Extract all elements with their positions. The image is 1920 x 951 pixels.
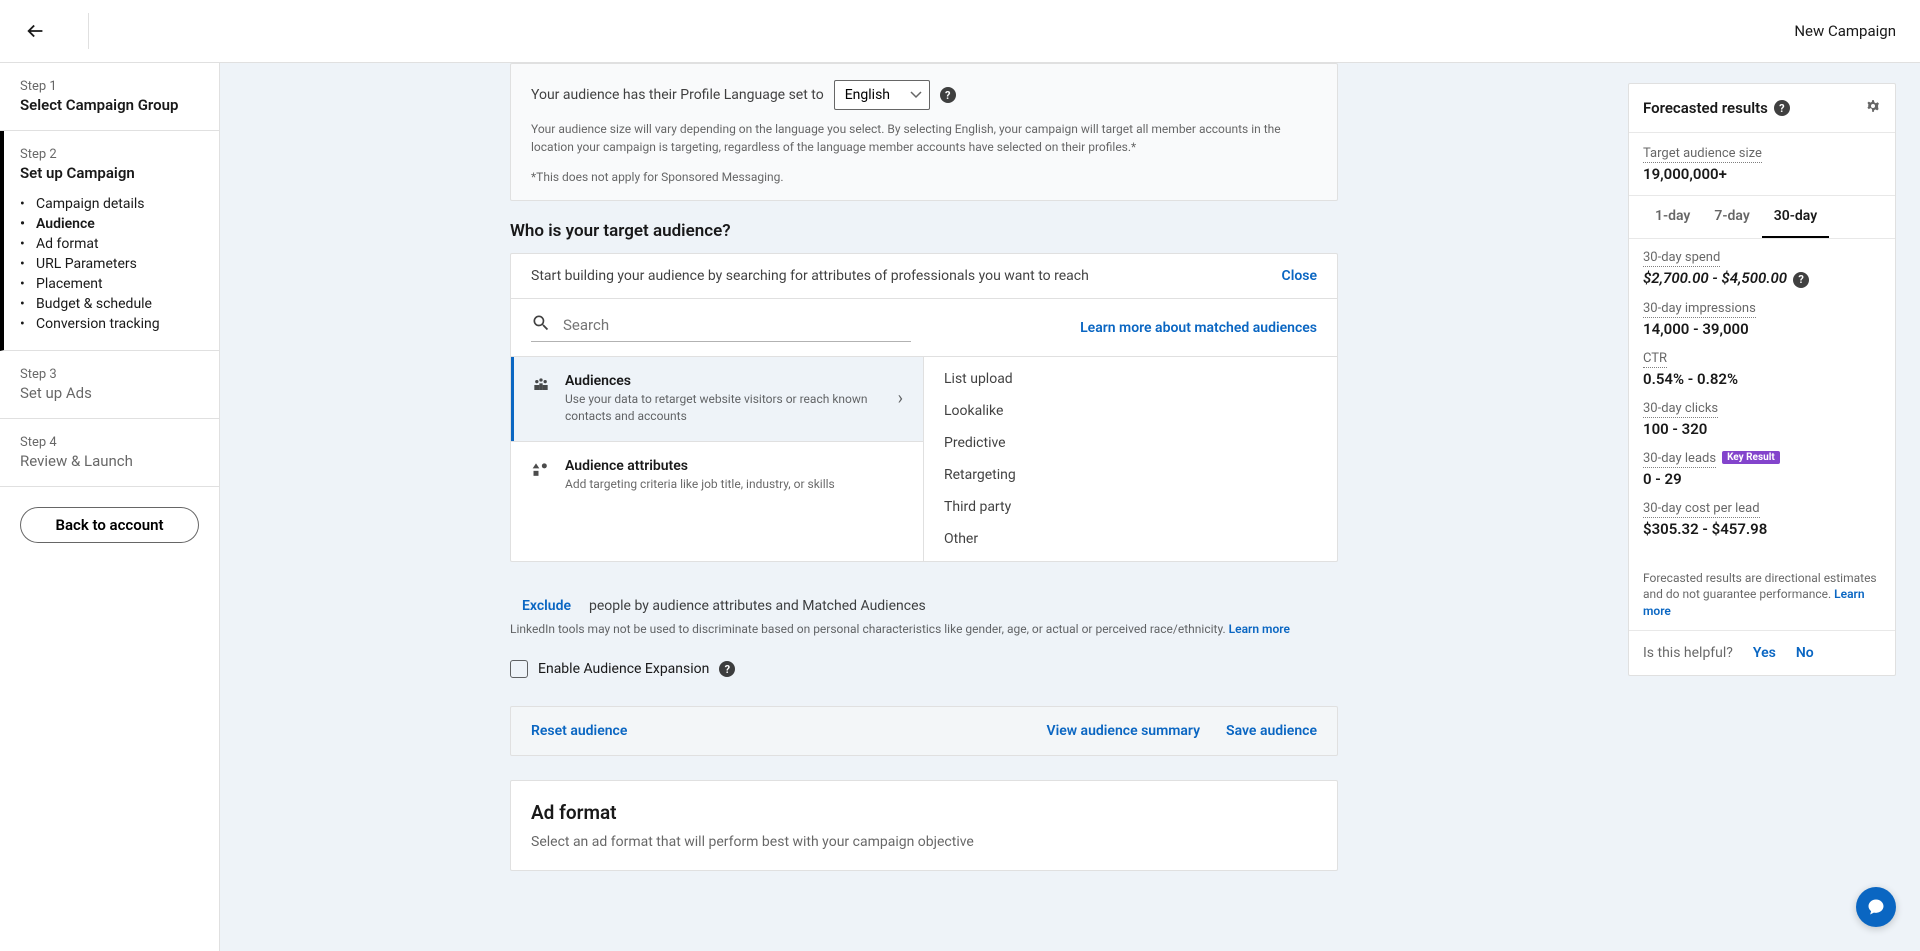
fc-metric-label: 30-day leads: [1643, 451, 1716, 468]
shapes-icon: [531, 460, 551, 484]
fc-size-label: Target audience size: [1643, 146, 1762, 163]
forecast-panel: Forecasted results ? Target audience siz…: [1628, 83, 1896, 676]
save-audience-link[interactable]: Save audience: [1226, 723, 1317, 739]
ad-format-heading: Ad format: [531, 801, 1317, 824]
exclude-text: people by audience attributes and Matche…: [589, 598, 926, 614]
fc-size-value: 19,000,000+: [1643, 165, 1881, 183]
forecast-disclaimer: Forecasted results are directional estim…: [1643, 570, 1881, 620]
tab-30day[interactable]: 30-day: [1762, 196, 1829, 238]
audience-footer: Reset audience View audience summary Sav…: [510, 706, 1338, 756]
step-title: Set up Ads: [20, 384, 199, 402]
lang-note2: *This does not apply for Sponsored Messa…: [531, 170, 1317, 184]
sidebar: Step 1 Select Campaign Group Step 2 Set …: [0, 63, 220, 951]
fc-metric-value: 0.54% - 0.82%: [1643, 370, 1738, 388]
helpful-no[interactable]: No: [1796, 645, 1814, 661]
aud-title: Audience attributes: [565, 458, 903, 474]
discrimination-note: LinkedIn tools may not be used to discri…: [510, 622, 1338, 650]
sidebar-item-placement[interactable]: Placement: [20, 274, 199, 294]
subitem-lookalike[interactable]: Lookalike: [924, 395, 1337, 427]
chevron-right-icon: ›: [898, 388, 903, 409]
step-title: Review & Launch: [20, 452, 199, 470]
fc-metric-label: 30-day spend: [1643, 250, 1720, 267]
audience-option-attributes[interactable]: Audience attributes Add targeting criter…: [511, 441, 923, 509]
header-divider: [88, 13, 89, 49]
aud-title: Audiences: [565, 373, 884, 389]
step-title: Set up Campaign: [20, 164, 199, 182]
help-icon[interactable]: ?: [940, 87, 956, 103]
build-text: Start building your audience by searchin…: [531, 268, 1089, 284]
step-3[interactable]: Step 3 Set up Ads: [0, 351, 219, 419]
ad-format-sub: Select an ad format that will perform be…: [531, 834, 1317, 850]
subitem-list-upload[interactable]: List upload: [924, 363, 1337, 395]
sidebar-item-conversion[interactable]: Conversion tracking: [20, 314, 199, 334]
step-num: Step 4: [20, 435, 199, 450]
app-header: New Campaign: [0, 0, 1920, 63]
back-to-account-button[interactable]: Back to account: [20, 507, 199, 543]
tab-7day[interactable]: 7-day: [1702, 196, 1761, 238]
language-select[interactable]: English: [834, 80, 930, 110]
sidebar-item-audience[interactable]: Audience: [20, 214, 199, 234]
fc-metric-label: CTR: [1643, 351, 1667, 368]
lang-prefix: Your audience has their Profile Language…: [531, 87, 824, 103]
audience-search-input[interactable]: [563, 316, 911, 334]
sidebar-item-campaign-details[interactable]: Campaign details: [20, 194, 199, 214]
fc-metric-value: $305.32 - $457.98: [1643, 520, 1767, 538]
subitem-retargeting[interactable]: Retargeting: [924, 459, 1337, 491]
fc-metric-value: 100 - 320: [1643, 420, 1707, 438]
fc-metric-label: 30-day impressions: [1643, 301, 1756, 318]
fc-metric-value: $2,700.00 - $4,500.00: [1643, 269, 1787, 287]
help-icon[interactable]: ?: [1793, 272, 1809, 288]
step-num: Step 3: [20, 367, 199, 382]
expansion-checkbox[interactable]: [510, 660, 528, 678]
step-2[interactable]: Step 2 Set up Campaign Campaign details …: [0, 131, 219, 351]
helpful-label: Is this helpful?: [1643, 645, 1733, 661]
people-icon: [531, 375, 551, 399]
fc-metric-value: 14,000 - 39,000: [1643, 320, 1749, 338]
sidebar-item-ad-format[interactable]: Ad format: [20, 234, 199, 254]
forecast-title: Forecasted results: [1643, 99, 1768, 117]
sidebar-item-url-params[interactable]: URL Parameters: [20, 254, 199, 274]
learn-matched-link[interactable]: Learn more about matched audiences: [1080, 320, 1317, 336]
step-num: Step 1: [20, 79, 199, 94]
lang-note: Your audience size will vary depending o…: [531, 120, 1317, 156]
aud-desc: Add targeting criteria like job title, i…: [565, 476, 903, 493]
subitem-other[interactable]: Other: [924, 523, 1337, 555]
aud-desc: Use your data to retarget website visito…: [565, 391, 884, 425]
discrim-learn-more[interactable]: Learn more: [1229, 622, 1290, 636]
step-num: Step 2: [20, 147, 199, 162]
reset-audience-link[interactable]: Reset audience: [531, 723, 627, 739]
expansion-label: Enable Audience Expansion: [538, 661, 709, 677]
chat-fab[interactable]: [1856, 887, 1896, 927]
language-box: Your audience has their Profile Language…: [510, 63, 1338, 201]
step-title: Select Campaign Group: [20, 96, 199, 114]
back-arrow-icon[interactable]: [24, 19, 48, 43]
helpful-yes[interactable]: Yes: [1753, 645, 1776, 661]
fc-metric-value: 0 - 29: [1643, 470, 1682, 488]
tab-1day[interactable]: 1-day: [1643, 196, 1702, 238]
audience-heading: Who is your target audience?: [510, 221, 1338, 241]
gear-icon[interactable]: [1865, 98, 1881, 118]
fc-metric-label: 30-day cost per lead: [1643, 501, 1760, 518]
page-title: New Campaign: [1794, 22, 1896, 40]
help-icon[interactable]: ?: [719, 661, 735, 677]
sidebar-item-budget[interactable]: Budget & schedule: [20, 294, 199, 314]
ad-format-card: Ad format Select an ad format that will …: [510, 780, 1338, 871]
audience-option-audiences[interactable]: Audiences Use your data to retarget webs…: [511, 357, 923, 441]
view-summary-link[interactable]: View audience summary: [1046, 723, 1200, 739]
step-1[interactable]: Step 1 Select Campaign Group: [0, 63, 219, 131]
fc-metric-label: 30-day clicks: [1643, 401, 1718, 418]
close-link[interactable]: Close: [1282, 268, 1317, 284]
exclude-link[interactable]: Exclude: [522, 598, 571, 614]
key-result-badge: Key Result: [1722, 451, 1780, 464]
subitem-third-party[interactable]: Third party: [924, 491, 1337, 523]
subitem-predictive[interactable]: Predictive: [924, 427, 1337, 459]
help-icon[interactable]: ?: [1774, 100, 1790, 116]
step-4[interactable]: Step 4 Review & Launch: [0, 419, 219, 487]
search-icon: [531, 313, 551, 337]
audience-card: Start building your audience by searchin…: [510, 253, 1338, 562]
